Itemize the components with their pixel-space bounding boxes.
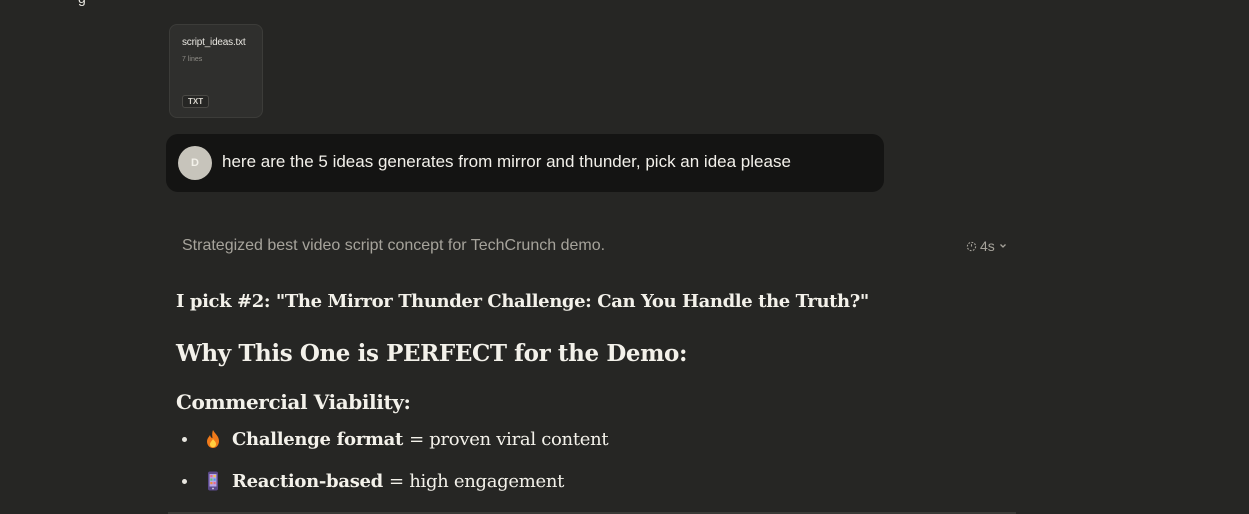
user-message-text: here are the 5 ideas generates from mirr… (222, 152, 791, 171)
previous-message-fragment: g (78, 0, 86, 6)
thinking-duration: 4s (980, 238, 995, 254)
bullet-bold-text: Reaction-based (232, 470, 383, 492)
thinking-summary[interactable]: Strategized best video script concept fo… (182, 237, 605, 255)
timer-icon (966, 241, 977, 252)
list-item: Challenge format = proven viral content (182, 428, 609, 450)
fire-emoji-icon (202, 428, 224, 450)
chevron-down-icon (998, 241, 1008, 251)
user-avatar: D (178, 146, 212, 180)
response-heading: Why This One is PERFECT for the Demo: (176, 340, 688, 367)
user-message-bubble: D here are the 5 ideas generates from mi… (166, 134, 884, 192)
list-item: Reaction-based = high engagement (182, 470, 564, 492)
attachment-line-count: 7 lines (182, 56, 203, 63)
file-attachment-card[interactable]: script_ideas.txt 7 lines TXT (169, 24, 263, 118)
bullet-rest-text: = high engagement (388, 470, 565, 492)
response-subheading: Commercial Viability: (176, 390, 411, 414)
bullet-bold-text: Challenge format (232, 428, 404, 450)
bullet-dot (182, 478, 187, 484)
bullet-dot (182, 436, 187, 442)
mobile-phone-emoji-icon (202, 470, 224, 492)
bullet-rest-text: = proven viral content (409, 428, 609, 450)
attachment-type-badge: TXT (182, 95, 210, 108)
attachment-file-name: script_ideas.txt (182, 37, 246, 48)
thinking-toggle[interactable]: 4s (966, 238, 1008, 254)
response-pick-line: I pick #2: "The Mirror Thunder Challenge… (176, 291, 869, 312)
